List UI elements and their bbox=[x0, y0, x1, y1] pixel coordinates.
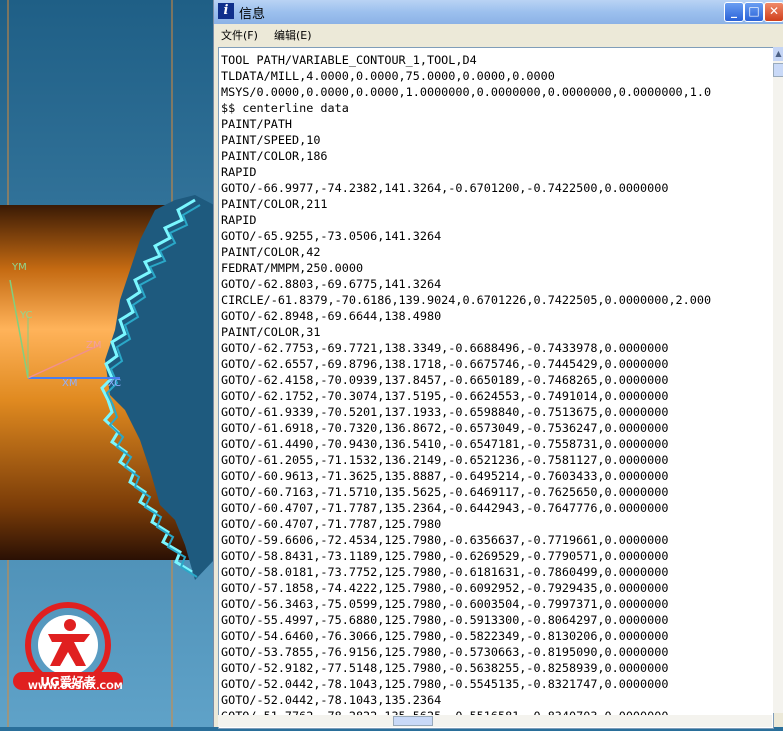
text-line: GOTO/-60.4707,-71.7787,135.2364,-0.64429… bbox=[221, 501, 669, 515]
text-line: GOTO/-57.1858,-74.4222,125.7980,-0.60929… bbox=[221, 581, 669, 595]
menu-file[interactable]: 文件(F) bbox=[221, 27, 258, 43]
menu-bar: 文件(F) 编辑(E) bbox=[214, 25, 783, 43]
text-line: GOTO/-58.8431,-73.1189,125.7980,-0.62695… bbox=[221, 549, 669, 563]
axis-label-ym: YM bbox=[12, 262, 27, 273]
text-line: GOTO/-60.4707,-71.7787,125.7980 bbox=[221, 517, 442, 531]
text-line: GOTO/-54.6460,-76.3066,125.7980,-0.58223… bbox=[221, 629, 669, 643]
info-text-area[interactable]: TOOL PATH/VARIABLE_CONTOUR_1,TOOL,D4 TLDA… bbox=[218, 47, 774, 729]
minimize-button[interactable]: _ bbox=[724, 2, 744, 22]
text-line: GOTO/-60.9613,-71.3625,135.8887,-0.64952… bbox=[221, 469, 669, 483]
text-line: GOTO/-61.9339,-70.5201,137.1933,-0.65988… bbox=[221, 405, 669, 419]
text-line: GOTO/-62.4158,-70.0939,137.8457,-0.66501… bbox=[221, 373, 669, 387]
text-lines: TOOL PATH/VARIABLE_CONTOUR_1,TOOL,D4 TLDA… bbox=[219, 48, 773, 724]
text-line: GOTO/-60.7163,-71.5710,135.5625,-0.64691… bbox=[221, 485, 669, 499]
text-line: MSYS/0.0000,0.0000,0.0000,1.0000000,0.00… bbox=[221, 85, 712, 99]
text-line: PAINT/COLOR,31 bbox=[221, 325, 321, 339]
text-line: GOTO/-65.9255,-73.0506,141.3264 bbox=[221, 229, 442, 243]
text-line: GOTO/-58.0181,-73.7752,125.7980,-0.61816… bbox=[221, 565, 669, 579]
menu-edit[interactable]: 编辑(E) bbox=[274, 27, 312, 43]
text-line: PAINT/COLOR,211 bbox=[221, 197, 328, 211]
text-line: PAINT/COLOR,186 bbox=[221, 149, 328, 163]
text-line: RAPID bbox=[221, 165, 257, 179]
text-line: GOTO/-61.2055,-71.1532,136.2149,-0.65212… bbox=[221, 453, 669, 467]
axis-label-zm: ZM bbox=[86, 340, 102, 351]
maximize-button[interactable]: □ bbox=[744, 2, 764, 22]
text-line: GOTO/-52.9182,-77.5148,125.7980,-0.56382… bbox=[221, 661, 669, 675]
ug-logo: UG爱好者 bbox=[13, 602, 123, 690]
vertical-scroll-thumb[interactable] bbox=[773, 63, 783, 77]
text-line: GOTO/-59.6606,-72.4534,125.7980,-0.63566… bbox=[221, 533, 669, 547]
text-line: GOTO/-61.4490,-70.9430,136.5410,-0.65471… bbox=[221, 437, 669, 451]
horizontal-scrollbar[interactable] bbox=[218, 715, 772, 727]
text-line: GOTO/-52.0442,-78.1043,125.7980,-0.55451… bbox=[221, 677, 669, 691]
window-title: 信息 bbox=[239, 7, 266, 22]
text-line: PAINT/PATH bbox=[221, 117, 293, 131]
text-line: RAPID bbox=[221, 213, 257, 227]
text-line: GOTO/-62.1752,-70.3074,137.5195,-0.66245… bbox=[221, 389, 669, 403]
text-line: CIRCLE/-61.8379,-70.6186,139.9024,0.6701… bbox=[221, 293, 712, 307]
text-line: GOTO/-56.3463,-75.0599,125.7980,-0.60035… bbox=[221, 597, 669, 611]
text-line: GOTO/-62.8948,-69.6644,138.4980 bbox=[221, 309, 442, 323]
text-line: TOOL PATH/VARIABLE_CONTOUR_1,TOOL,D4 bbox=[221, 53, 477, 67]
text-line: PAINT/SPEED,10 bbox=[221, 133, 321, 147]
text-line: GOTO/-55.4997,-75.6880,125.7980,-0.59133… bbox=[221, 613, 669, 627]
text-line: GOTO/-53.7855,-76.9156,125.7980,-0.57306… bbox=[221, 645, 669, 659]
text-line: TLDATA/MILL,4.0000,0.0000,75.0000,0.0000… bbox=[221, 69, 555, 83]
scroll-up-arrow-icon[interactable]: ▲ bbox=[773, 47, 783, 61]
title-bar[interactable]: i 信息 _ □ ✕ bbox=[214, 0, 783, 24]
text-line: GOTO/-62.8803,-69.6775,141.3264 bbox=[221, 277, 442, 291]
watermark-url: WWW.UGSNX.COM bbox=[28, 682, 123, 692]
horizontal-scroll-thumb[interactable] bbox=[393, 716, 433, 726]
text-line: PAINT/COLOR,42 bbox=[221, 245, 321, 259]
text-line: GOTO/-62.6557,-69.8796,138.1718,-0.66757… bbox=[221, 357, 669, 371]
text-line: GOTO/-62.7753,-69.7721,138.3349,-0.66884… bbox=[221, 341, 669, 355]
info-window: i 信息 _ □ ✕ 文件(F) 编辑(E) TOOL PATH/VARIABL… bbox=[213, 0, 783, 729]
text-line: $$ centerline data bbox=[221, 101, 349, 115]
text-line: GOTO/-66.9977,-74.2382,141.3264,-0.67012… bbox=[221, 181, 669, 195]
axis-label-xc: XC bbox=[108, 378, 122, 389]
text-line: GOTO/-52.0442,-78.1043,135.2364 bbox=[221, 693, 442, 707]
axis-label-yc: YC bbox=[20, 310, 33, 321]
info-icon: i bbox=[218, 3, 234, 19]
vertical-scrollbar[interactable]: ▲ bbox=[773, 47, 783, 713]
close-button[interactable]: ✕ bbox=[764, 2, 783, 22]
text-line: FEDRAT/MMPM,250.0000 bbox=[221, 261, 364, 275]
text-line: GOTO/-61.6918,-70.7320,136.8672,-0.65730… bbox=[221, 421, 669, 435]
axis-label-xm: XM bbox=[62, 378, 78, 389]
